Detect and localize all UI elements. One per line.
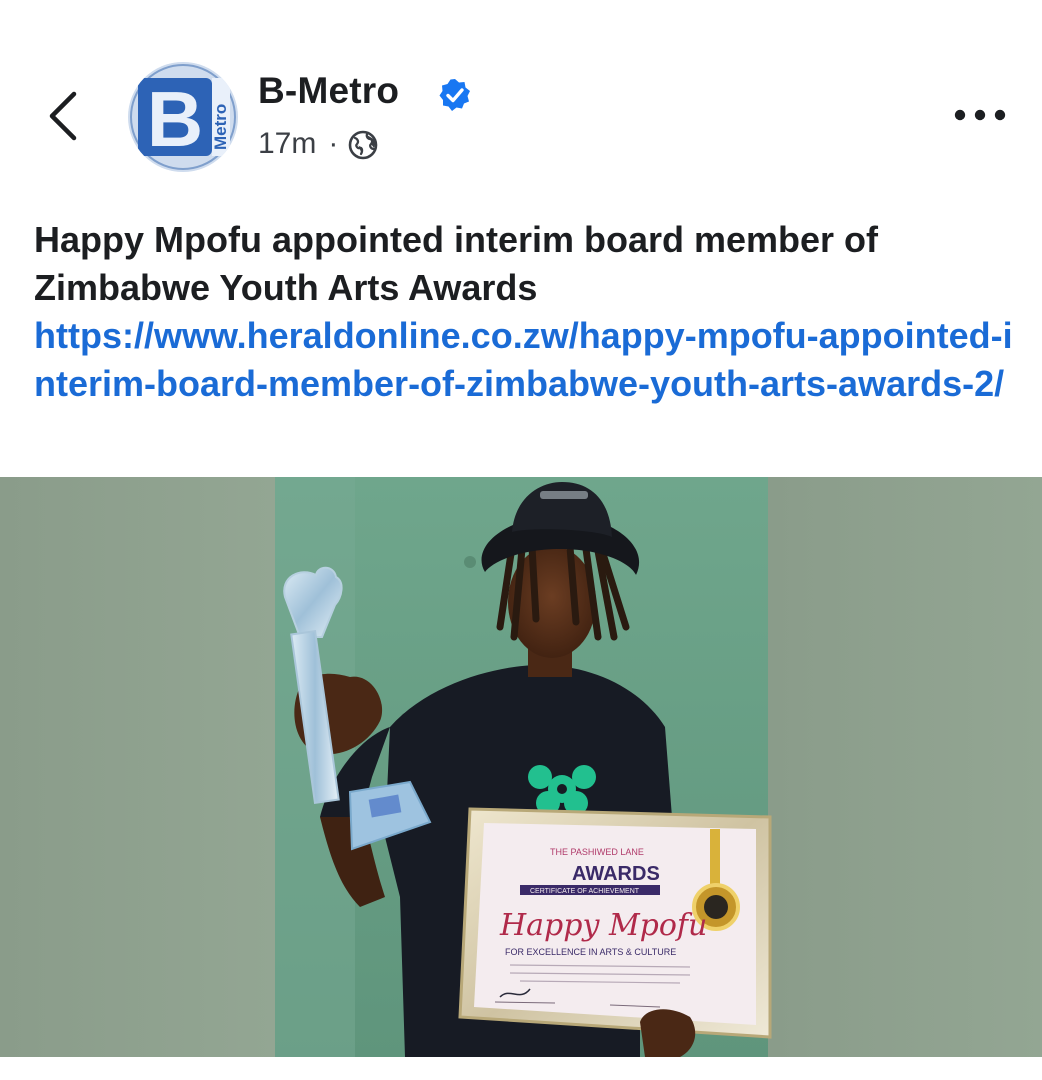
avatar-subtext: Metro	[211, 104, 230, 150]
post-time[interactable]: 17m	[258, 127, 316, 161]
post-header: B Metro B-Metro 17m ·	[0, 0, 1042, 200]
certificate-line: FOR EXCELLENCE IN ARTS & CULTURE	[505, 947, 676, 957]
blur-left	[0, 477, 275, 1057]
post-footer	[0, 1057, 1042, 1080]
certificate-brand: THE PASHIWED LANE	[550, 847, 644, 857]
certificate-subheading: CERTIFICATE OF ACHIEVEMENT	[530, 888, 640, 895]
post-body: Happy Mpofu appointed interim board memb…	[34, 216, 1014, 408]
post-title: Happy Mpofu appointed interim board memb…	[34, 219, 879, 308]
more-horizontal-icon[interactable]	[950, 100, 1010, 130]
chevron-left-icon[interactable]	[40, 86, 90, 146]
verified-badge-icon	[439, 79, 470, 111]
meta-separator: ·	[328, 127, 339, 160]
post-meta: 17m ·	[258, 124, 378, 164]
post-photo[interactable]: THE PASHIWED LANE AWARDS CERTIFICATE OF …	[0, 477, 1042, 1057]
post-link[interactable]: https://www.heraldonline.co.zw/happy-mpo…	[34, 312, 1014, 408]
award-photo: THE PASHIWED LANE AWARDS CERTIFICATE OF …	[0, 477, 1042, 1057]
globe-icon	[349, 130, 378, 160]
blur-right	[768, 477, 1042, 1057]
lower-hand	[640, 1009, 696, 1057]
certificate-name: Happy Mpofu	[499, 908, 707, 943]
avatar[interactable]: B Metro	[128, 62, 238, 172]
certificate-heading: AWARDS	[572, 863, 660, 885]
avatar-letter: B	[147, 75, 203, 163]
b-metro-logo: B Metro	[128, 62, 238, 172]
page-name[interactable]: B-Metro	[258, 70, 399, 112]
certificate: THE PASHIWED LANE AWARDS CERTIFICATE OF …	[458, 807, 772, 1039]
